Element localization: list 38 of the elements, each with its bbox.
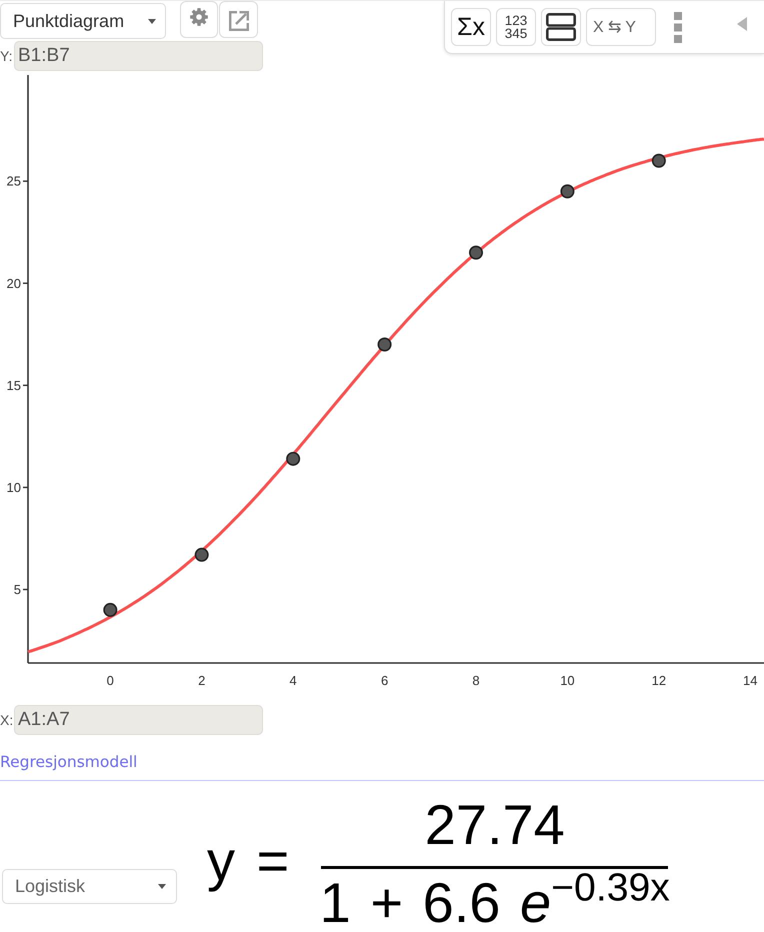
tick-label: 5 <box>14 582 21 597</box>
caret-icon <box>148 18 156 24</box>
tick-label: 12 <box>652 673 666 688</box>
settings-icon <box>190 8 208 26</box>
caret-icon <box>158 884 166 889</box>
formula-denominator: 1 + 6.6 e$^{−0.39x}$ <box>320 870 670 931</box>
statistics-button[interactable]: Σx <box>451 8 491 46</box>
data-button[interactable]: 123 345 <box>496 8 536 46</box>
tick-label: 4 <box>290 673 297 688</box>
tick-label: 0 <box>106 673 114 688</box>
stacked-panels-icon <box>546 13 576 41</box>
layout-button[interactable] <box>541 8 581 46</box>
external-link-icon <box>228 11 248 31</box>
y-source-field[interactable]: B1:B7 <box>14 41 263 71</box>
formula-numerator: 27.74 <box>424 795 565 855</box>
more-menu-icon[interactable] <box>674 12 682 42</box>
tick-label: 25 <box>6 174 21 189</box>
tick-label: 10 <box>560 673 575 688</box>
tick-label: 20 <box>6 276 21 291</box>
tick-label: 14 <box>743 673 758 688</box>
tick-label: 15 <box>6 378 21 393</box>
regression-model-link[interactable]: Regresjonsmodell <box>0 752 138 772</box>
dropdown-value: Punktdiagram <box>13 10 124 32</box>
export-button[interactable] <box>219 1 258 38</box>
x-source-field[interactable]: A1:A7 <box>14 705 263 735</box>
tick-label: 8 <box>472 673 480 688</box>
formula-lhs: y = <box>207 831 290 891</box>
y-source-label: Y: <box>0 48 14 64</box>
tick-label: 6 <box>380 673 388 688</box>
chart-type-dropdown[interactable]: Punktdiagram <box>0 3 166 39</box>
left-triangle-icon[interactable] <box>737 17 747 31</box>
model-dropdown[interactable]: Logistisk <box>2 869 177 904</box>
settings-button[interactable] <box>180 1 218 38</box>
dropdown-value: Logistisk <box>15 876 86 897</box>
swap-axes-button[interactable]: X ⇆ Y <box>586 8 656 46</box>
tick-label: 10 <box>6 480 21 495</box>
x-source-label: X: <box>0 712 14 728</box>
tick-label: 2 <box>198 673 206 688</box>
